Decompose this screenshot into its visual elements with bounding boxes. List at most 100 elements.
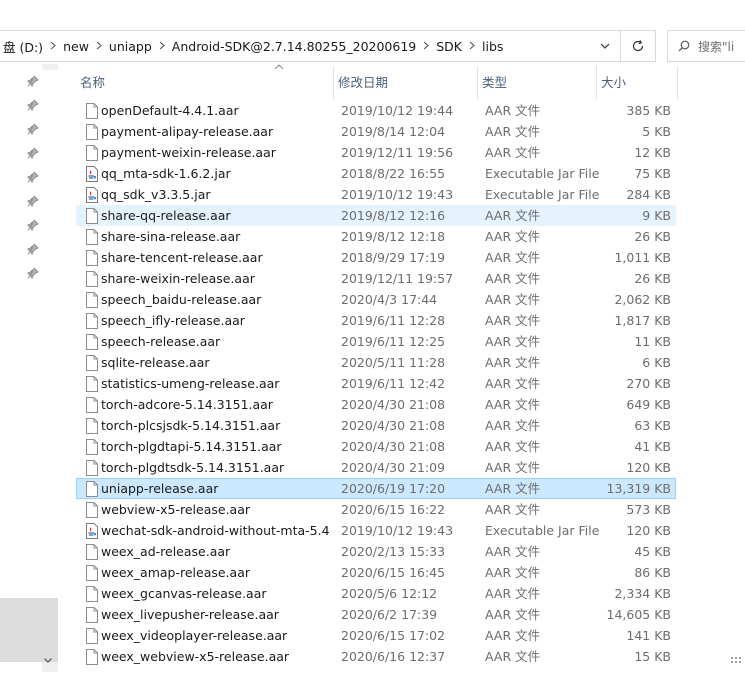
file-row[interactable]: share-tencent-release.aar 2018/9/29 17:19… <box>76 247 676 268</box>
file-date: 2020/6/2 17:39 <box>341 607 438 622</box>
file-icon <box>85 418 99 434</box>
file-row[interactable]: speech-release.aar 2019/6/11 12:25 AAR 文件 1… <box>76 331 676 352</box>
pin-icon[interactable] <box>27 195 39 208</box>
file-type: AAR 文件 <box>485 250 541 265</box>
file-name: torch-plgdtapi-5.14.3151.aar <box>101 439 282 454</box>
file-row[interactable]: torch-plgdtsdk-5.14.3151.aar 2020/4/30 21… <box>76 457 676 478</box>
file-icon <box>85 502 99 518</box>
pin-icon[interactable] <box>27 219 39 232</box>
file-name: speech-release.aar <box>101 334 221 349</box>
file-name: torch-plgdtsdk-5.14.3151.aar <box>101 460 285 475</box>
column-type[interactable]: 类型 <box>478 66 597 100</box>
file-date: 2020/4/30 21:08 <box>341 397 446 412</box>
file-date: 2019/8/14 12:04 <box>341 124 446 139</box>
nav-scroll-down-icon[interactable] <box>44 655 52 666</box>
breadcrumb-item[interactable]: Android-SDK@2.7.14.80255_20200619 <box>169 39 419 54</box>
file-row[interactable]: weex_ad-release.aar 2020/2/13 15:33 AAR 文件… <box>76 541 676 562</box>
file-size: 573 KB <box>626 502 671 517</box>
file-row[interactable]: torch-adcore-5.14.3151.aar 2020/4/30 21:0… <box>76 394 676 415</box>
nav-scrollbar-track <box>42 70 58 598</box>
file-row[interactable]: weex_gcanvas-release.aar 2020/5/6 12:12 AA… <box>76 583 676 604</box>
breadcrumb-item[interactable]: libs <box>479 39 506 54</box>
nav-scrollbar-thumb[interactable] <box>0 598 58 662</box>
file-row[interactable]: share-weixin-release.aar 2019/12/11 19:57… <box>76 268 676 289</box>
file-name: torch-adcore-5.14.3151.aar <box>101 397 273 412</box>
resize-grip-icon[interactable] <box>727 655 745 673</box>
file-icon <box>85 397 99 413</box>
file-row[interactable]: uniapp-release.aar 2020/6/19 17:20 AAR 文件 1… <box>76 478 676 499</box>
file-size: 15 KB <box>634 649 671 664</box>
file-row[interactable]: share-sina-release.aar 2019/8/12 12:18 AAR… <box>76 226 676 247</box>
file-row[interactable]: share-qq-release.aar 2019/8/12 12:16 AAR 文… <box>76 205 676 226</box>
breadcrumb-chevron-icon[interactable] <box>419 39 433 53</box>
pin-icon[interactable] <box>27 243 39 256</box>
file-row[interactable]: weex_livepusher-release.aar 2020/6/2 17:3… <box>76 604 676 625</box>
file-row[interactable]: speech_baidu-release.aar 2020/4/3 17:44 AA… <box>76 289 676 310</box>
pin-icon[interactable] <box>27 75 39 88</box>
file-list-scrollbar[interactable] <box>729 64 745 672</box>
file-row[interactable]: weex_videoplayer-release.aar 2020/6/15 17… <box>76 625 676 646</box>
file-size: 75 KB <box>634 166 671 181</box>
title-area <box>0 0 745 28</box>
address-history-dropdown[interactable] <box>590 31 620 61</box>
file-icon <box>85 292 99 308</box>
file-type: Executable Jar File <box>485 166 600 181</box>
column-size[interactable]: 大小 <box>597 66 678 100</box>
file-type: AAR 文件 <box>485 607 541 622</box>
file-row[interactable]: speech_ifly-release.aar 2019/6/11 12:28 AA… <box>76 310 676 331</box>
file-row[interactable]: payment-alipay-release.aar 2019/8/14 12:0… <box>76 121 676 142</box>
file-icon <box>85 124 99 140</box>
file-name: share-weixin-release.aar <box>101 271 255 286</box>
file-row[interactable]: openDefault-4.4.1.aar 2019/10/12 19:44 AAR… <box>76 100 676 121</box>
file-type: AAR 文件 <box>485 355 541 370</box>
column-date-label: 修改日期 <box>338 75 389 90</box>
file-row[interactable]: weex_webview-x5-release.aar 2020/6/16 12:… <box>76 646 676 667</box>
file-date: 2019/10/12 19:43 <box>341 523 454 538</box>
file-row[interactable]: webview-x5-release.aar 2020/6/15 16:22 AAR… <box>76 499 676 520</box>
column-date[interactable]: 修改日期 <box>334 66 478 100</box>
file-type: AAR 文件 <box>485 481 541 496</box>
jar-icon <box>85 166 99 182</box>
address-bar[interactable]: 盘 (D:) new uniapp Android-SDK@2.7.14.80255_… <box>0 30 656 62</box>
file-date: 2019/10/12 19:44 <box>341 103 454 118</box>
file-date: 2020/4/30 21:08 <box>341 418 446 433</box>
breadcrumb-item[interactable]: uniapp <box>106 39 155 54</box>
breadcrumb-item[interactable]: new <box>60 39 92 54</box>
pin-icon[interactable] <box>27 147 39 160</box>
file-icon <box>85 250 99 266</box>
file-row[interactable]: wechat-sdk-android-without-mta-5.4.... 20… <box>76 520 676 541</box>
file-row[interactable]: payment-weixin-release.aar 2019/12/11 19:… <box>76 142 676 163</box>
file-row[interactable]: qq_sdk_v3.3.5.jar 2019/10/12 19:43 Executa… <box>76 184 676 205</box>
file-type: Executable Jar File <box>485 187 600 202</box>
file-row[interactable]: sqlite-release.aar 2020/5/11 11:28 AAR 文件 6… <box>76 352 676 373</box>
file-type: Executable Jar File <box>485 523 600 538</box>
file-size: 284 KB <box>626 187 671 202</box>
file-icon <box>85 313 99 329</box>
file-type: AAR 文件 <box>485 292 541 307</box>
pin-icon[interactable] <box>27 267 39 280</box>
file-date: 2018/9/29 17:19 <box>341 250 446 265</box>
file-row[interactable]: torch-plcsjsdk-5.14.3151.aar 2020/4/30 21… <box>76 415 676 436</box>
file-row[interactable]: torch-plgdtapi-5.14.3151.aar 2020/4/30 21… <box>76 436 676 457</box>
column-name[interactable]: 名称 <box>76 66 334 100</box>
file-date: 2020/4/30 21:09 <box>341 460 446 475</box>
file-icon <box>85 607 99 623</box>
file-row[interactable]: qq_mta-sdk-1.6.2.jar 2018/8/22 16:55 Execu… <box>76 163 676 184</box>
file-row[interactable]: statistics-umeng-release.aar 2019/6/11 12… <box>76 373 676 394</box>
refresh-button[interactable] <box>620 31 655 61</box>
breadcrumb-item[interactable]: 盘 (D:) <box>0 37 46 56</box>
pin-icon[interactable] <box>27 171 39 184</box>
breadcrumb-chevron-icon[interactable] <box>465 39 479 53</box>
file-name: openDefault-4.4.1.aar <box>101 103 239 118</box>
pin-icon[interactable] <box>27 123 39 136</box>
file-row[interactable]: weex_amap-release.aar 2020/6/15 16:45 AAR … <box>76 562 676 583</box>
pin-icon[interactable] <box>27 99 39 112</box>
file-type: AAR 文件 <box>485 124 541 139</box>
search-input[interactable]: 搜索"li <box>667 30 745 62</box>
breadcrumb-chevron-icon[interactable] <box>46 39 60 53</box>
breadcrumb-chevron-icon[interactable] <box>155 39 169 53</box>
breadcrumb-item[interactable]: SDK <box>433 39 465 54</box>
breadcrumb-chevron-icon[interactable] <box>92 39 106 53</box>
file-size: 120 KB <box>626 523 671 538</box>
file-icon <box>85 439 99 455</box>
